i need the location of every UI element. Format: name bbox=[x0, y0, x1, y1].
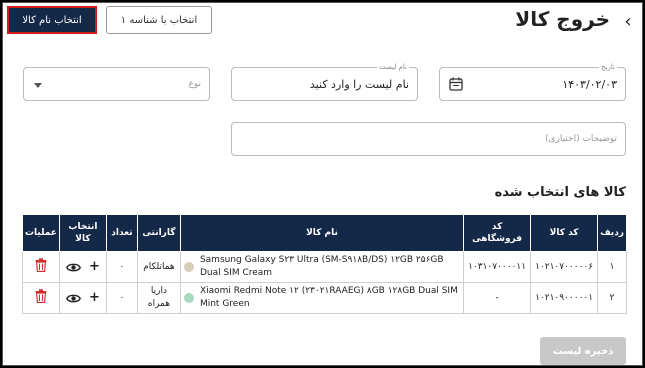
row-name: Samsung Galaxy S۲۳ Ultra (SM-S۹۱۸B/DS) ۱… bbox=[199, 255, 444, 278]
col-select: انتخاب کالا bbox=[58, 214, 107, 252]
row-code: ۱۰۲۱۰۹۰۰۰۰۰۱ bbox=[530, 282, 599, 314]
eye-icon[interactable] bbox=[66, 262, 81, 273]
color-dot bbox=[183, 262, 194, 272]
row-warranty: داریا همراه bbox=[136, 282, 181, 314]
selected-items-title: کالا های انتخاب شده bbox=[494, 185, 626, 200]
color-dot bbox=[183, 293, 194, 303]
col-actions: عملیات bbox=[22, 214, 60, 252]
save-list-button[interactable]: ذخیره لیست bbox=[540, 337, 626, 365]
date-value: ۱۴۰۳/۰۲/۰۳ bbox=[562, 78, 617, 91]
row-name: Xiaomi Redmi Note ۱۲ (۲۳۰۲۱RAAEG) ۸GB ۱۲… bbox=[199, 286, 458, 309]
table-row: ۲ ۱۰۲۱۰۹۰۰۰۰۰۱ - Xiaomi Redmi Note ۱۲ (۲… bbox=[22, 282, 627, 314]
list-name-field[interactable]: نام لیست نام لیست را وارد کنید bbox=[231, 63, 418, 101]
table-header-row: ردیف کد کالا کد فروشگاهی نام کالا گارانت… bbox=[22, 214, 627, 252]
row-store-code: ۱۰۳۱۰۷۰۰۰۰۱۱ bbox=[463, 251, 532, 283]
row-select-cell: + bbox=[58, 282, 107, 314]
row-index: ۲ bbox=[597, 282, 627, 314]
page-title: خروج کالا bbox=[515, 7, 610, 31]
col-code: کد کالا bbox=[530, 214, 599, 252]
row-warranty: هماتلکام bbox=[136, 251, 181, 283]
date-field[interactable]: تاریخ ۱۴۰۳/۰۲/۰۳ bbox=[439, 63, 626, 101]
row-code: ۱۰۲۱۰۷۰۰۰۰۰۶ bbox=[530, 251, 599, 283]
chevron-down-icon[interactable] bbox=[34, 83, 42, 88]
row-actions-cell bbox=[22, 282, 60, 314]
select-by-id-button[interactable]: انتخاب با شناسه ۱ bbox=[106, 6, 212, 34]
table-row: ۱ ۱۰۲۱۰۷۰۰۰۰۰۶ ۱۰۳۱۰۷۰۰۰۰۱۱ Samsung Gala… bbox=[22, 251, 627, 283]
description-field[interactable]: توضیحات (اختیاری) bbox=[231, 122, 626, 156]
row-qty: ۰ bbox=[105, 282, 138, 314]
date-label: تاریخ bbox=[599, 63, 617, 71]
type-placeholder: نوع bbox=[188, 79, 201, 89]
selected-items-table: ردیف کد کالا کد فروشگاهی نام کالا گارانت… bbox=[22, 214, 627, 314]
list-name-label: نام لیست bbox=[376, 63, 409, 71]
row-qty: ۰ bbox=[105, 251, 138, 283]
row-actions-cell bbox=[22, 251, 60, 283]
list-name-input[interactable]: نام لیست را وارد کنید bbox=[310, 78, 409, 91]
col-row: ردیف bbox=[597, 214, 627, 252]
row-store-code: - bbox=[463, 282, 532, 314]
app-window: ‹ خروج کالا انتخاب نام کالا انتخاب با شن… bbox=[2, 2, 643, 366]
col-warranty: گارانتی bbox=[136, 214, 181, 252]
row-name-cell: Xiaomi Redmi Note ۱۲ (۲۳۰۲۱RAAEG) ۸GB ۱۲… bbox=[179, 282, 465, 314]
chevron-left-icon[interactable]: ‹ bbox=[620, 13, 636, 31]
description-placeholder: توضیحات (اختیاری) bbox=[544, 134, 617, 144]
trash-icon[interactable] bbox=[35, 257, 47, 272]
eye-icon[interactable] bbox=[66, 293, 81, 304]
row-select-cell: + bbox=[58, 251, 107, 283]
calendar-icon[interactable] bbox=[449, 77, 463, 91]
col-qty: تعداد bbox=[105, 214, 138, 252]
col-store-code: کد فروشگاهی bbox=[463, 214, 532, 252]
row-name-cell: Samsung Galaxy S۲۳ Ultra (SM-S۹۱۸B/DS) ۱… bbox=[179, 251, 465, 283]
plus-icon[interactable]: + bbox=[89, 260, 100, 273]
select-by-name-button[interactable]: انتخاب نام کالا bbox=[7, 6, 97, 34]
type-select[interactable]: نوع bbox=[23, 67, 210, 101]
col-name: نام کالا bbox=[179, 214, 465, 252]
trash-icon[interactable] bbox=[35, 288, 47, 303]
plus-icon[interactable]: + bbox=[89, 291, 100, 304]
row-index: ۱ bbox=[597, 251, 627, 283]
